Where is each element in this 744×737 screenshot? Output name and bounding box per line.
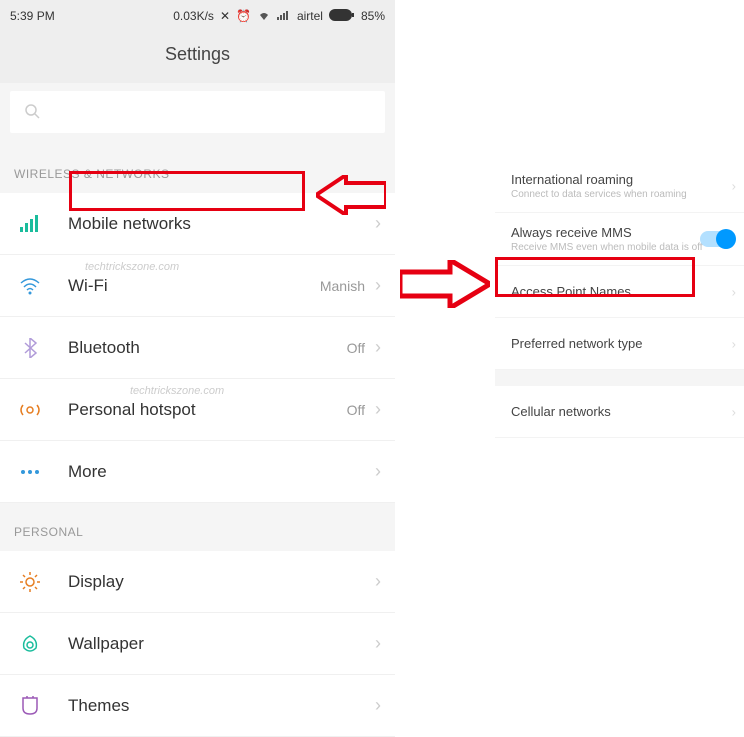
row-label: Personal hotspot — [68, 400, 347, 420]
watermark: techtrickszone.com — [85, 261, 179, 273]
toggle-on[interactable] — [700, 231, 734, 247]
chevron-right-icon: › — [732, 179, 736, 194]
search-input[interactable] — [10, 91, 385, 133]
row-preferred-network[interactable]: Preferred network type › — [495, 318, 744, 370]
section-personal-title: PERSONAL — [0, 503, 395, 551]
carrier-label: airtel — [297, 9, 323, 23]
chevron-right-icon: › — [732, 336, 736, 351]
wifi-icon — [14, 277, 46, 295]
status-bar: 5:39 PM 0.03K/s ✕ ⏰ airtel 85% — [0, 0, 395, 32]
row-label: Always receive MMS — [511, 225, 724, 240]
battery-icon — [329, 9, 355, 24]
row-apn[interactable]: Access Point Names › — [495, 266, 744, 318]
row-more[interactable]: More › — [0, 441, 395, 503]
row-always-mms[interactable]: Always receive MMS Receive MMS even when… — [495, 213, 744, 266]
bluetooth-icon — [14, 338, 46, 358]
row-label: Cellular networks — [511, 404, 724, 419]
chevron-right-icon: › — [375, 337, 381, 358]
battery-label: 85% — [361, 9, 385, 23]
row-bluetooth[interactable]: Bluetooth Off › — [0, 317, 395, 379]
row-label: Wi-Fi — [68, 276, 320, 296]
status-icons: 0.03K/s ✕ ⏰ airtel 85% — [173, 9, 385, 24]
row-value: Manish — [320, 278, 365, 294]
row-cellular-networks[interactable]: Cellular networks › — [495, 386, 744, 438]
row-label: More — [68, 462, 375, 482]
row-mobile-networks[interactable]: Mobile networks › — [0, 193, 395, 255]
wallpaper-icon — [14, 634, 46, 654]
row-label: Preferred network type — [511, 336, 724, 351]
wifi-icon — [257, 9, 271, 24]
row-label: Wallpaper — [68, 634, 375, 654]
themes-icon — [14, 696, 46, 716]
alarm-icon: ⏰ — [236, 9, 251, 23]
row-themes[interactable]: Themes › — [0, 675, 395, 737]
chevron-right-icon: › — [375, 399, 381, 420]
row-label: Bluetooth — [68, 338, 347, 358]
chevron-right-icon: › — [732, 404, 736, 419]
row-wifi[interactable]: Wi-Fi Manish › — [0, 255, 395, 317]
chevron-right-icon: › — [375, 633, 381, 654]
time-label: 5:39 PM — [10, 9, 55, 23]
row-label: Mobile networks — [68, 214, 375, 234]
row-label: International roaming — [511, 172, 724, 187]
page-title: Settings — [0, 32, 395, 83]
more-icon — [14, 469, 46, 475]
row-label: Display — [68, 572, 375, 592]
row-intl-roaming[interactable]: International roaming Connect to data se… — [495, 160, 744, 213]
row-label: Themes — [68, 696, 375, 716]
chevron-right-icon: › — [375, 213, 381, 234]
dnd-icon: ✕ — [220, 9, 230, 23]
chevron-right-icon: › — [732, 284, 736, 299]
section-wireless-title: WIRELESS & NETWORKS — [0, 145, 395, 193]
gap — [495, 370, 744, 386]
chevron-right-icon: › — [375, 571, 381, 592]
search-icon — [24, 103, 42, 121]
chevron-right-icon: › — [375, 461, 381, 482]
watermark: techtrickszone.com — [130, 385, 224, 397]
chevron-right-icon: › — [375, 695, 381, 716]
row-sub: Receive MMS even when mobile data is off — [511, 242, 724, 253]
chevron-right-icon: › — [375, 275, 381, 296]
row-sub: Connect to data services when roaming — [511, 189, 724, 200]
hotspot-icon — [14, 401, 46, 419]
signal-icon — [277, 9, 291, 24]
row-value: Off — [347, 340, 365, 356]
row-display[interactable]: Display › — [0, 551, 395, 613]
speed-label: 0.03K/s — [173, 9, 214, 23]
row-label: Access Point Names — [511, 284, 724, 299]
display-icon — [14, 572, 46, 592]
row-value: Off — [347, 402, 365, 418]
row-wallpaper[interactable]: Wallpaper › — [0, 613, 395, 675]
signal-bars-icon — [14, 215, 46, 233]
